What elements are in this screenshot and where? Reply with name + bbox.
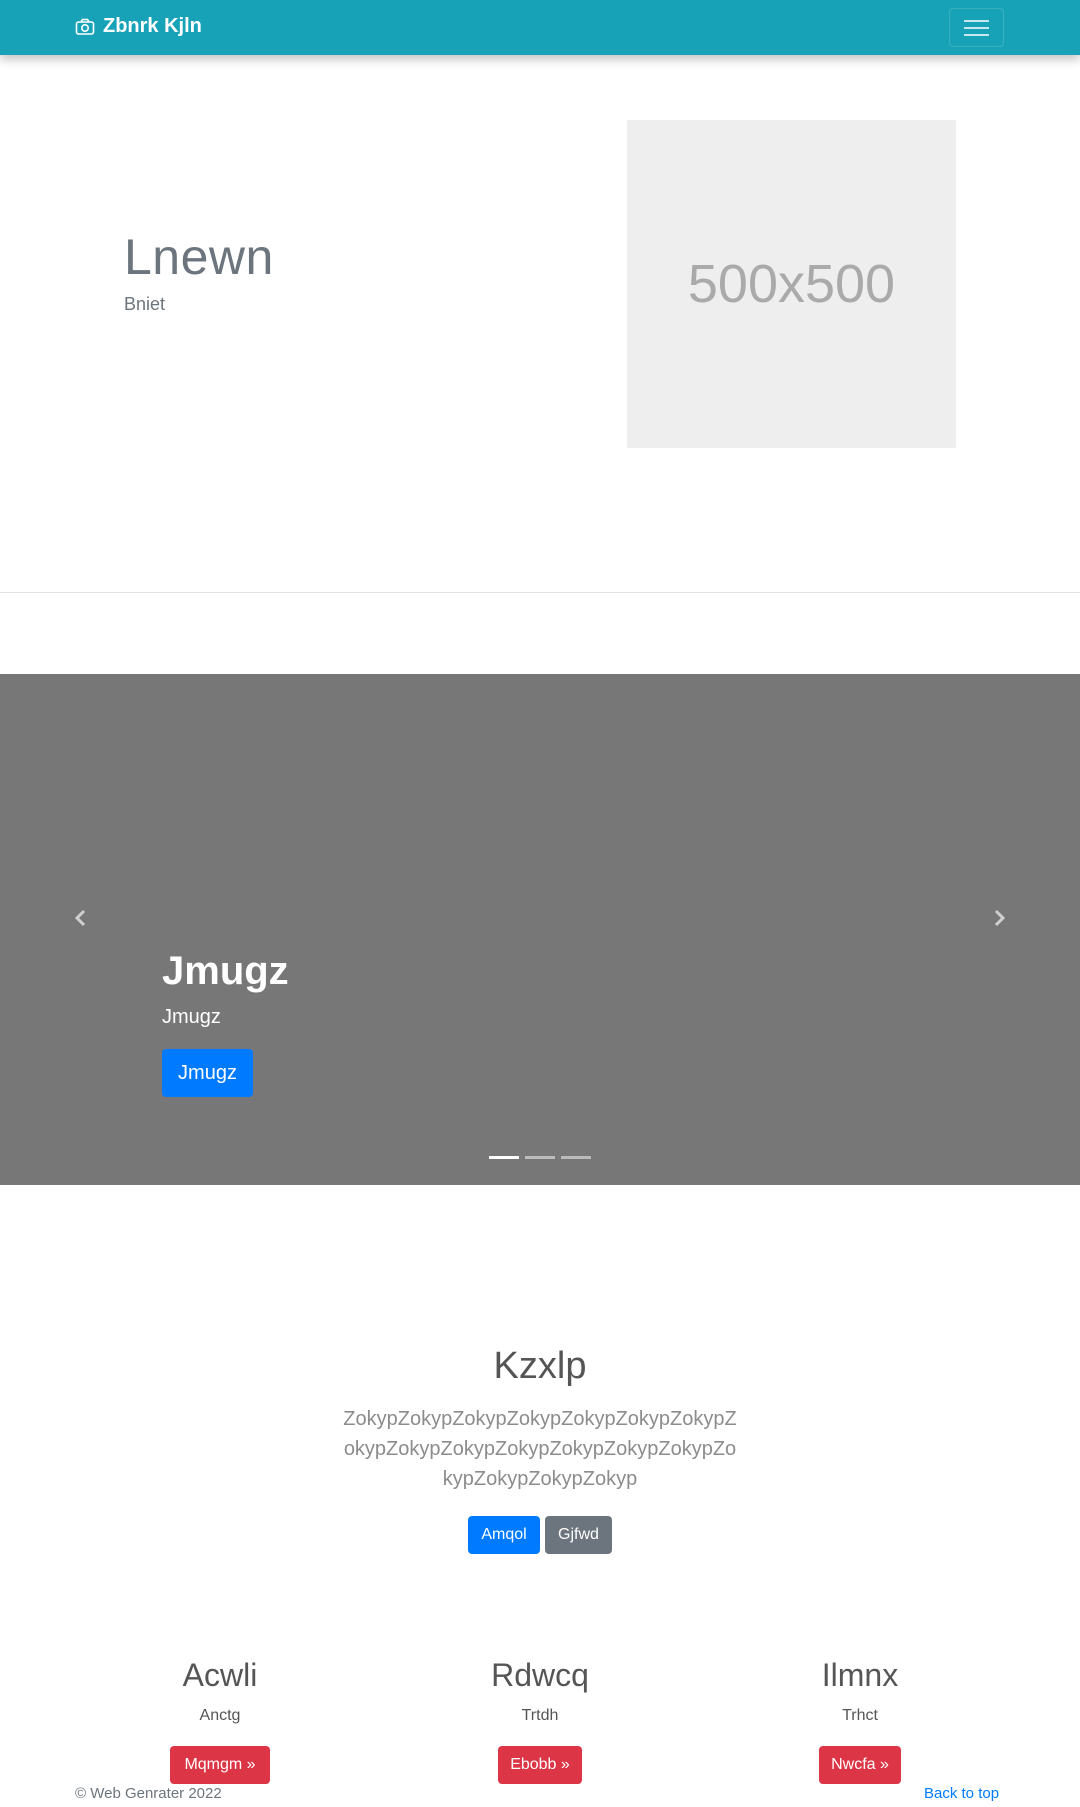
back-to-top-link[interactable]: Back to top — [924, 1785, 999, 1802]
column-2-title: Rdwcq — [491, 1657, 589, 1693]
placeholder-label: 500x500 — [687, 254, 896, 314]
column-1-button[interactable]: Mqmgm » — [170, 1746, 270, 1784]
primary-button[interactable]: Amqol — [468, 1516, 540, 1554]
feature-title: Kzxlp — [493, 1345, 587, 1387]
carousel-caption-button[interactable]: Jmugz — [162, 1049, 253, 1097]
carousel-prev-button[interactable] — [71, 908, 91, 928]
hamburger-menu-icon-bar — [964, 27, 989, 29]
feature-body: ZokypZokypZokypZokypZokypZokypZokypZokyp… — [343, 1408, 737, 1490]
carousel-indicator-1[interactable] — [489, 1156, 519, 1159]
carousel-indicator-3[interactable] — [561, 1156, 591, 1159]
hero-title: Lnewn — [124, 229, 274, 285]
hamburger-menu-icon — [964, 20, 989, 22]
secondary-button[interactable]: Gjfwd — [545, 1516, 612, 1554]
hero-subtitle: Bniet — [124, 294, 166, 314]
carousel-next-button[interactable] — [989, 908, 1009, 928]
carousel-caption-text: Jmugz — [162, 1006, 221, 1028]
carousel-indicator-2[interactable] — [525, 1156, 555, 1159]
brand-text: Zbnrk Kjln — [103, 15, 202, 37]
navbar-toggler-button[interactable] — [949, 8, 1004, 47]
footer-copyright: © Web Genrater 2022 — [75, 1785, 222, 1802]
column-1-subtitle: Anctg — [199, 1707, 241, 1724]
column-1-title: Acwli — [182, 1657, 258, 1693]
column-2-subtitle: Trtdh — [521, 1707, 559, 1724]
chevron-right-icon — [994, 909, 1006, 927]
carousel-caption-title: Jmugz — [162, 949, 289, 993]
column-3-subtitle: Trhct — [842, 1707, 878, 1724]
section-divider — [0, 592, 1080, 593]
hero-image-placeholder: 500x500 — [627, 120, 956, 448]
navbar: Zbnrk Kjln — [0, 0, 1080, 55]
column-3-title: Ilmnx — [821, 1657, 899, 1693]
hamburger-menu-icon-bar — [964, 34, 989, 36]
carousel: Jmugz Jmugz Jmugz — [0, 674, 1080, 1185]
brand-link[interactable]: Zbnrk Kjln — [75, 15, 202, 38]
camera-icon — [75, 17, 95, 37]
column-2-button[interactable]: Ebobb » — [498, 1746, 582, 1784]
chevron-left-icon — [74, 909, 86, 927]
column-3-button[interactable]: Nwcfa » — [819, 1746, 901, 1784]
